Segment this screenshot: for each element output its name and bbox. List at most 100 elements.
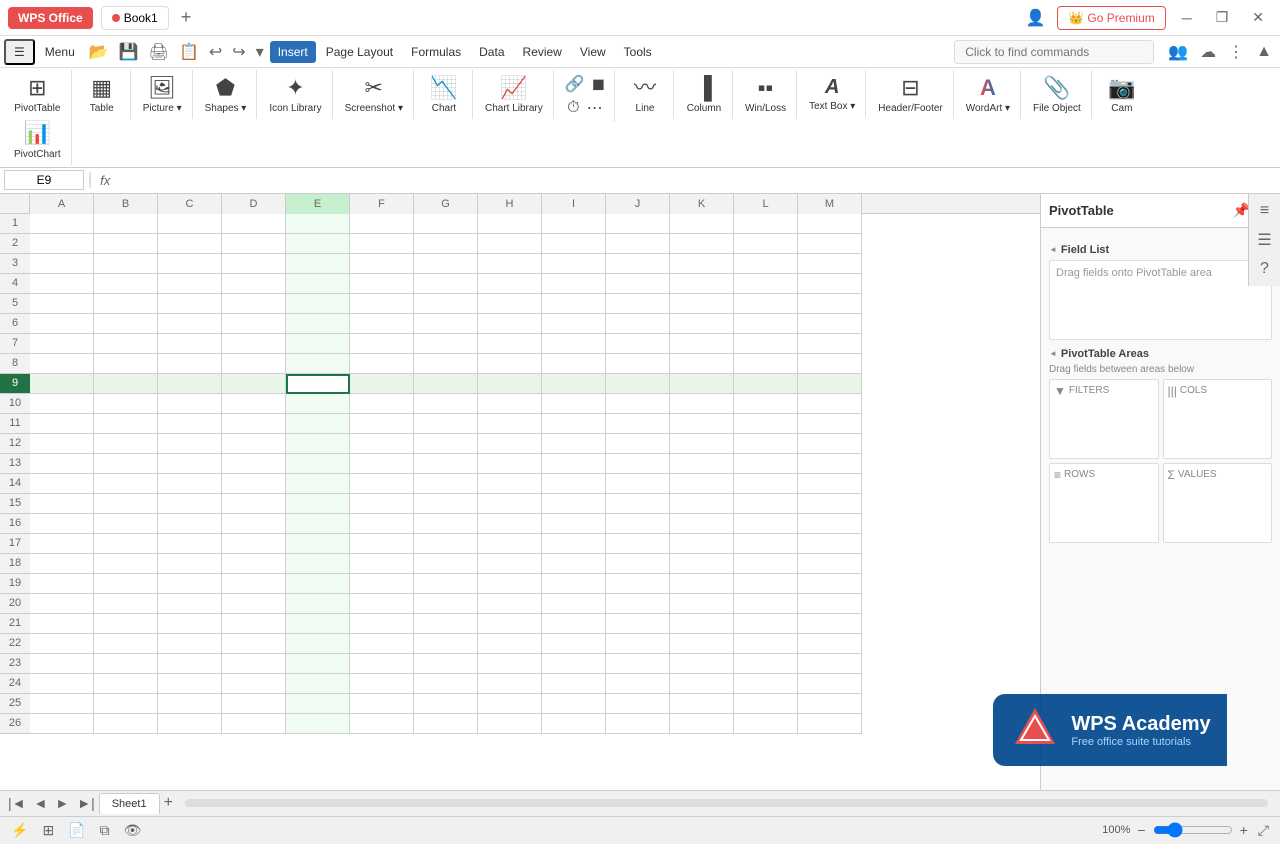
cell-K1[interactable] bbox=[670, 214, 734, 234]
cell-E5[interactable] bbox=[286, 294, 350, 314]
cell-F1[interactable] bbox=[350, 214, 414, 234]
cell-H26[interactable] bbox=[478, 714, 542, 734]
cell-I3[interactable] bbox=[542, 254, 606, 274]
cell-B17[interactable] bbox=[94, 534, 158, 554]
cell-H18[interactable] bbox=[478, 554, 542, 574]
command-search-input[interactable] bbox=[954, 40, 1154, 64]
cell-F13[interactable] bbox=[350, 454, 414, 474]
book-tab[interactable]: Book1 bbox=[101, 6, 169, 30]
cell-I9[interactable] bbox=[542, 374, 606, 394]
cell-B13[interactable] bbox=[94, 454, 158, 474]
minimize-button[interactable]: ─ bbox=[1174, 8, 1200, 28]
cell-C12[interactable] bbox=[158, 434, 222, 454]
cell-K24[interactable] bbox=[670, 674, 734, 694]
cell-F21[interactable] bbox=[350, 614, 414, 634]
cell-C21[interactable] bbox=[158, 614, 222, 634]
cell-G19[interactable] bbox=[414, 574, 478, 594]
cell-J25[interactable] bbox=[606, 694, 670, 714]
menu-icon-button[interactable]: ☰ bbox=[4, 39, 35, 65]
cell-L21[interactable] bbox=[734, 614, 798, 634]
cell-A7[interactable] bbox=[30, 334, 94, 354]
cell-K17[interactable] bbox=[670, 534, 734, 554]
cell-F20[interactable] bbox=[350, 594, 414, 614]
cell-G23[interactable] bbox=[414, 654, 478, 674]
cell-A1[interactable] bbox=[30, 214, 94, 234]
cell-I5[interactable] bbox=[542, 294, 606, 314]
cell-C26[interactable] bbox=[158, 714, 222, 734]
cell-E16[interactable] bbox=[286, 514, 350, 534]
print-button[interactable]: 🖨 bbox=[145, 40, 173, 64]
cell-B1[interactable] bbox=[94, 214, 158, 234]
cell-E7[interactable] bbox=[286, 334, 350, 354]
cell-M26[interactable] bbox=[798, 714, 862, 734]
cell-D25[interactable] bbox=[222, 694, 286, 714]
cell-E2[interactable] bbox=[286, 234, 350, 254]
cell-F4[interactable] bbox=[350, 274, 414, 294]
cell-J24[interactable] bbox=[606, 674, 670, 694]
cell-K15[interactable] bbox=[670, 494, 734, 514]
cell-E25[interactable] bbox=[286, 694, 350, 714]
cell-C14[interactable] bbox=[158, 474, 222, 494]
cell-G1[interactable] bbox=[414, 214, 478, 234]
cell-G5[interactable] bbox=[414, 294, 478, 314]
cell-J3[interactable] bbox=[606, 254, 670, 274]
cell-H14[interactable] bbox=[478, 474, 542, 494]
cell-L2[interactable] bbox=[734, 234, 798, 254]
cell-G2[interactable] bbox=[414, 234, 478, 254]
cell-B14[interactable] bbox=[94, 474, 158, 494]
cell-D5[interactable] bbox=[222, 294, 286, 314]
cell-G24[interactable] bbox=[414, 674, 478, 694]
cell-J17[interactable] bbox=[606, 534, 670, 554]
cell-D10[interactable] bbox=[222, 394, 286, 414]
cell-H20[interactable] bbox=[478, 594, 542, 614]
cell-F18[interactable] bbox=[350, 554, 414, 574]
cell-D11[interactable] bbox=[222, 414, 286, 434]
cell-A14[interactable] bbox=[30, 474, 94, 494]
cell-J26[interactable] bbox=[606, 714, 670, 734]
zoom-out-button[interactable]: − bbox=[1134, 820, 1148, 840]
cell-C22[interactable] bbox=[158, 634, 222, 654]
cell-G9[interactable] bbox=[414, 374, 478, 394]
open-button[interactable]: 📂 bbox=[85, 40, 113, 64]
cell-K11[interactable] bbox=[670, 414, 734, 434]
cell-G16[interactable] bbox=[414, 514, 478, 534]
cell-I1[interactable] bbox=[542, 214, 606, 234]
cell-E3[interactable] bbox=[286, 254, 350, 274]
cell-H23[interactable] bbox=[478, 654, 542, 674]
cell-I2[interactable] bbox=[542, 234, 606, 254]
restore-button[interactable]: ❐ bbox=[1208, 7, 1237, 28]
cell-F15[interactable] bbox=[350, 494, 414, 514]
cell-A26[interactable] bbox=[30, 714, 94, 734]
cell-G7[interactable] bbox=[414, 334, 478, 354]
cell-I23[interactable] bbox=[542, 654, 606, 674]
cell-J2[interactable] bbox=[606, 234, 670, 254]
cell-A5[interactable] bbox=[30, 294, 94, 314]
cell-M3[interactable] bbox=[798, 254, 862, 274]
column-button[interactable]: ▐ Column bbox=[682, 72, 726, 117]
cell-B10[interactable] bbox=[94, 394, 158, 414]
cell-M25[interactable] bbox=[798, 694, 862, 714]
iconlibrary-button[interactable]: ✦ Icon Library bbox=[265, 72, 325, 117]
cell-I12[interactable] bbox=[542, 434, 606, 454]
cell-A25[interactable] bbox=[30, 694, 94, 714]
cell-J12[interactable] bbox=[606, 434, 670, 454]
cell-L23[interactable] bbox=[734, 654, 798, 674]
cell-L25[interactable] bbox=[734, 694, 798, 714]
cell-D22[interactable] bbox=[222, 634, 286, 654]
formula-input[interactable] bbox=[118, 173, 1276, 187]
cell-C9[interactable] bbox=[158, 374, 222, 394]
cell-B2[interactable] bbox=[94, 234, 158, 254]
cell-C10[interactable] bbox=[158, 394, 222, 414]
sparkline-button[interactable]: ⋯ bbox=[584, 96, 606, 120]
cell-H7[interactable] bbox=[478, 334, 542, 354]
cell-F12[interactable] bbox=[350, 434, 414, 454]
cell-D3[interactable] bbox=[222, 254, 286, 274]
screenshot-button[interactable]: ✂ Screenshot ▾ bbox=[341, 72, 407, 117]
cell-L14[interactable] bbox=[734, 474, 798, 494]
cell-E17[interactable] bbox=[286, 534, 350, 554]
cell-E1[interactable] bbox=[286, 214, 350, 234]
cell-G14[interactable] bbox=[414, 474, 478, 494]
cell-B25[interactable] bbox=[94, 694, 158, 714]
cell-J4[interactable] bbox=[606, 274, 670, 294]
cell-F8[interactable] bbox=[350, 354, 414, 374]
